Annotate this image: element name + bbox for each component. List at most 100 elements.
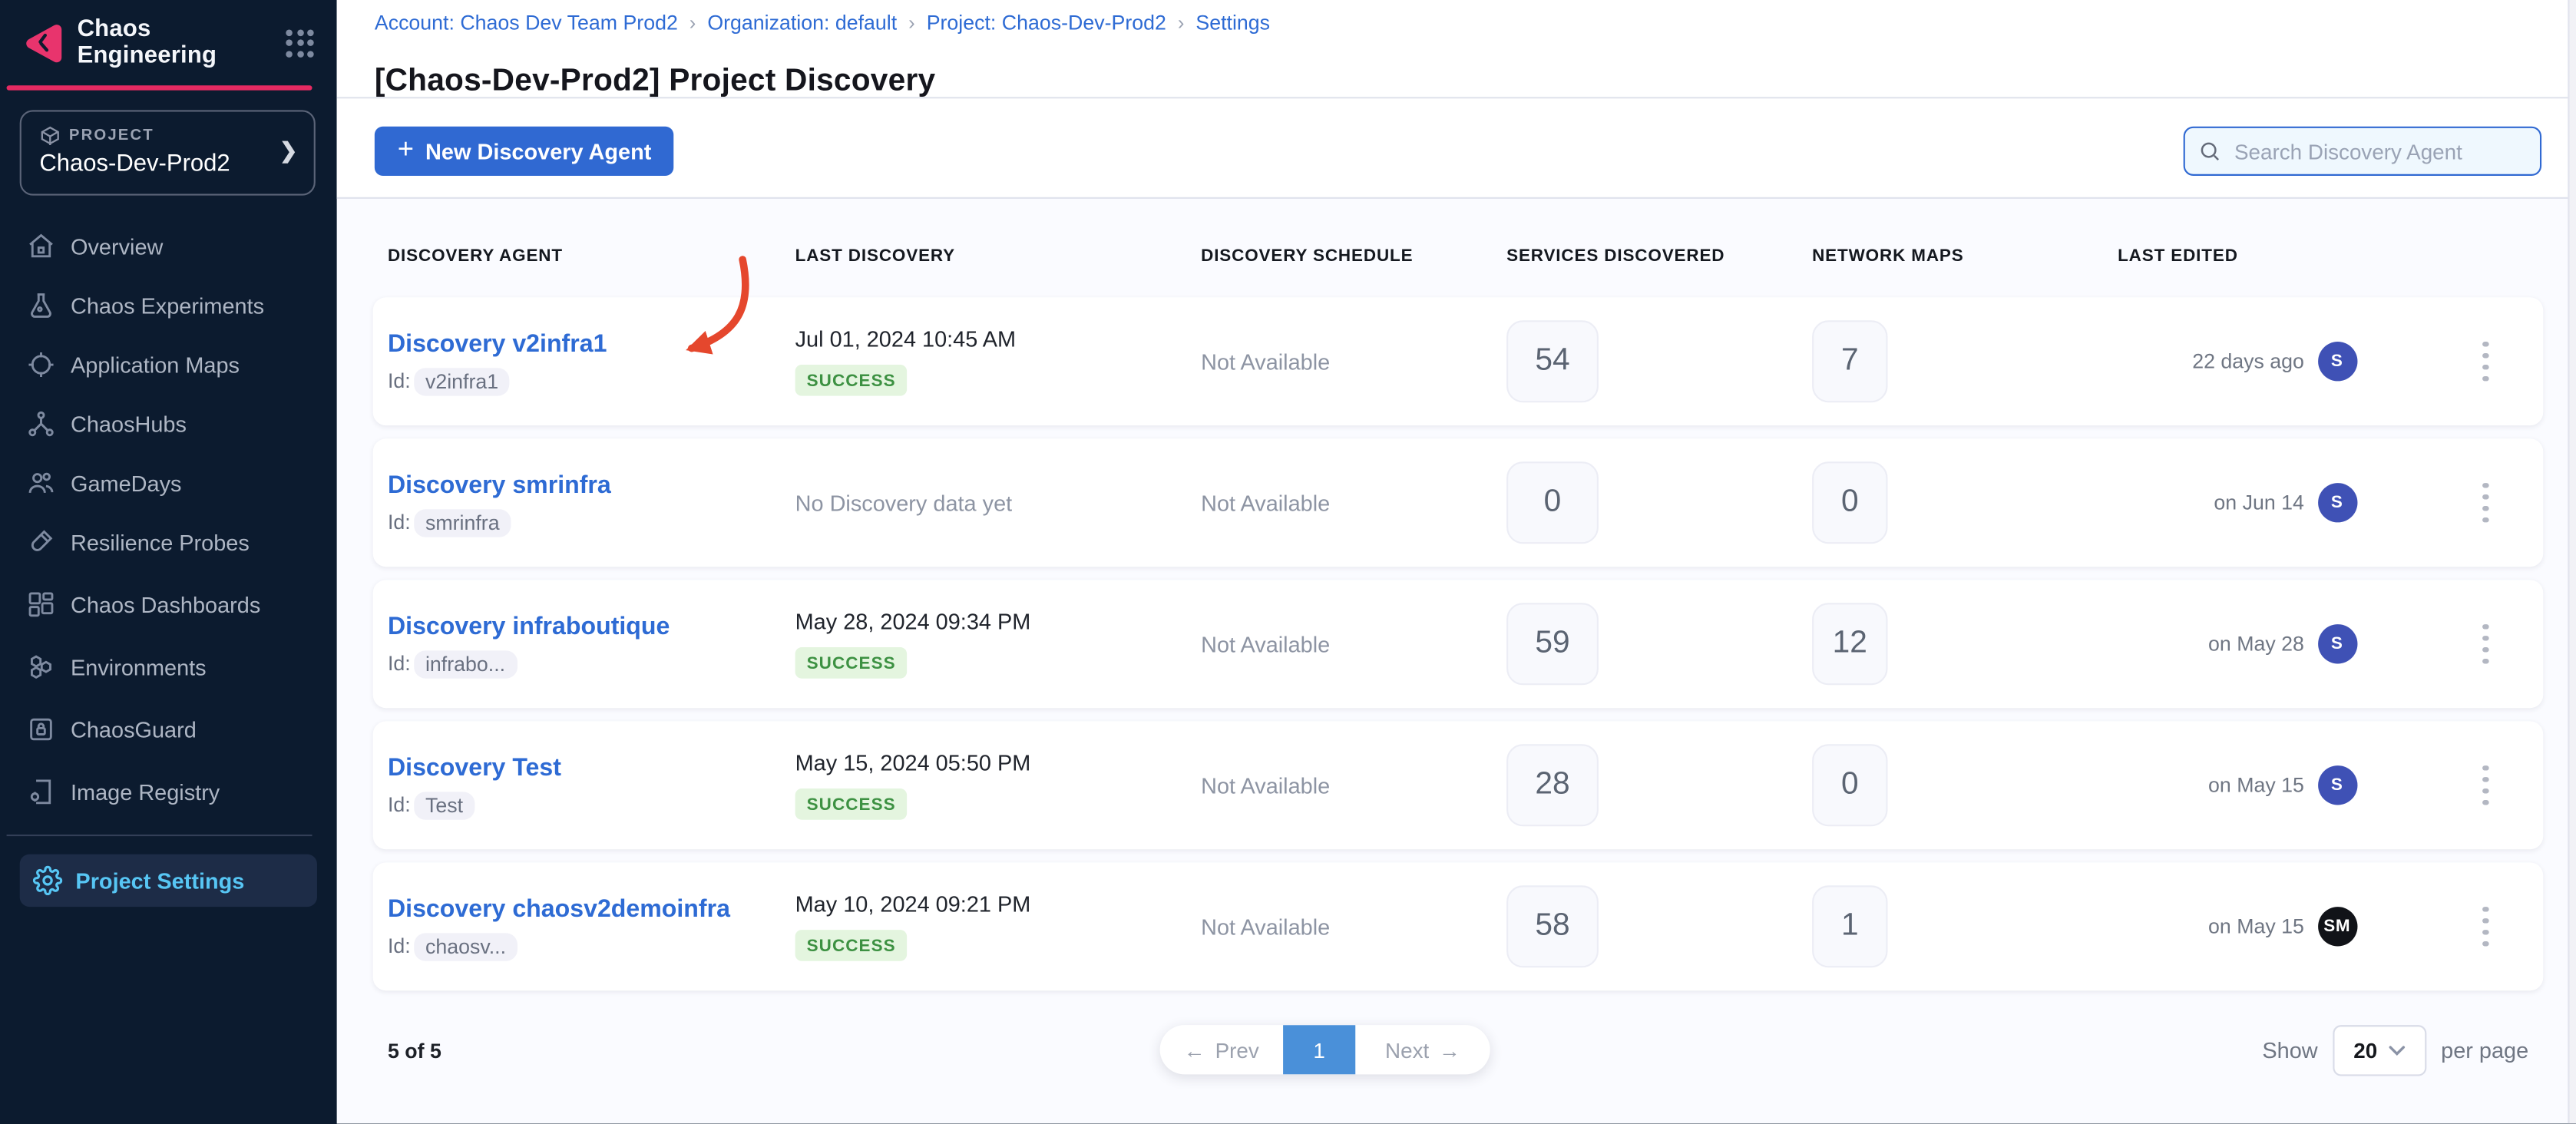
column-header: NETWORK MAPS: [1812, 246, 2118, 266]
sidebar-item-overview[interactable]: Overview: [0, 217, 337, 276]
row-menu-button[interactable]: [2476, 335, 2495, 388]
page-header: Account: Chaos Dev Team Prod2 › Organizati…: [337, 0, 2576, 98]
sidebar-item-application-maps[interactable]: Application Maps: [0, 335, 337, 394]
gear-icon: [33, 866, 63, 896]
sidebar-item-label: Chaos Experiments: [71, 293, 264, 318]
last-discovery-time: May 15, 2024 05:50 PM: [795, 751, 1031, 775]
column-header: SERVICES DISCOVERED: [1506, 246, 1812, 266]
avatar[interactable]: SM: [2317, 907, 2356, 946]
avatar[interactable]: S: [2317, 624, 2356, 663]
sidebar: Chaos Engineering PROJECT Chaos-Dev-Prod…: [0, 0, 337, 1124]
hub-icon: [26, 409, 56, 439]
row-menu-button[interactable]: [2476, 900, 2495, 954]
table-header: DISCOVERY AGENT LAST DISCOVERY DISCOVERY…: [373, 246, 2544, 266]
search-icon: [2198, 140, 2221, 163]
discovery-agent-link[interactable]: Discovery smrinfra: [388, 471, 611, 499]
breadcrumb-link[interactable]: Organization: default: [707, 12, 897, 35]
services-discovered-count: 59: [1506, 603, 1599, 685]
agent-id: Id:v2infra1: [388, 369, 795, 392]
agent-id: Id:infrabo...: [388, 652, 795, 675]
discovery-agent-link[interactable]: Discovery infraboutique: [388, 613, 670, 640]
per-page-label: per page: [2441, 1037, 2528, 1062]
registry-icon: [26, 777, 56, 807]
avatar[interactable]: S: [2317, 765, 2356, 805]
sidebar-item-chaos-dashboards[interactable]: Chaos Dashboards: [0, 575, 337, 634]
sidebar-item-label: Project Settings: [75, 868, 244, 893]
status-badge: SUCCESS: [795, 647, 908, 679]
row-menu-button[interactable]: [2476, 617, 2495, 671]
discovery-schedule: Not Available: [1201, 491, 1506, 515]
avatar[interactable]: S: [2317, 342, 2356, 381]
last-edited-time: on May 15: [2189, 774, 2304, 797]
main-area: Account: Chaos Dev Team Prod2 › Organizati…: [337, 0, 2576, 1124]
sidebar-item-label: GameDays: [71, 471, 181, 495]
app-grid-icon[interactable]: [286, 28, 313, 56]
sidebar-item-label: ChaosGuard: [71, 717, 197, 742]
sidebar-item-label: Image Registry: [71, 779, 220, 804]
table-row: Discovery smrinfra Id:smrinfra No Discov…: [373, 438, 2544, 567]
brand-divider: [7, 85, 312, 90]
column-header: LAST DISCOVERY: [795, 246, 1202, 266]
sidebar-item-gamedays[interactable]: GameDays: [0, 454, 337, 513]
breadcrumb-link[interactable]: Account: Chaos Dev Team Prod2: [375, 12, 678, 35]
column-header: LAST EDITED: [2118, 246, 2428, 266]
network-maps-count: 7: [1812, 320, 1887, 402]
prev-page-button[interactable]: ← Prev: [1160, 1025, 1283, 1074]
breadcrumb-link[interactable]: Settings: [1195, 12, 1270, 35]
flask-icon: [26, 291, 56, 321]
sidebar-divider: [7, 835, 312, 836]
plus-icon: +: [398, 133, 414, 166]
discovery-agent-link[interactable]: Discovery Test: [388, 754, 561, 782]
row-menu-button[interactable]: [2476, 759, 2495, 812]
chevron-right-icon: ›: [908, 12, 915, 35]
breadcrumb: Account: Chaos Dev Team Prod2 › Organizati…: [375, 12, 1270, 35]
sidebar-item-chaosguard[interactable]: ChaosGuard: [0, 700, 337, 759]
scrollbar[interactable]: [2568, 0, 2576, 1124]
services-discovered-count: 0: [1506, 461, 1599, 544]
services-discovered-count: 54: [1506, 320, 1599, 402]
column-header: DISCOVERY SCHEDULE: [1201, 246, 1506, 266]
page-number-button[interactable]: 1: [1283, 1025, 1355, 1074]
last-edited-time: on Jun 14: [2189, 491, 2304, 514]
row-menu-button[interactable]: [2476, 476, 2495, 530]
toolbar: + New Discovery Agent: [337, 98, 2576, 199]
dashboard-icon: [26, 590, 56, 620]
crosshair-icon: [26, 350, 56, 380]
avatar[interactable]: S: [2317, 483, 2356, 522]
last-edited-time: on May 15: [2189, 915, 2304, 938]
discovery-agent-link[interactable]: Discovery v2infra1: [388, 330, 607, 358]
sidebar-item-environments[interactable]: Environments: [0, 637, 337, 696]
chevron-right-icon: ›: [1178, 12, 1185, 35]
sidebar-item-chaoshubs[interactable]: ChaosHubs: [0, 395, 337, 454]
network-maps-count: 0: [1812, 461, 1887, 544]
search-box: [2184, 127, 2541, 176]
sidebar-item-project-settings[interactable]: Project Settings: [20, 855, 317, 907]
next-page-button[interactable]: Next →: [1355, 1025, 1490, 1074]
status-badge: SUCCESS: [795, 930, 908, 961]
last-discovery-time: Jul 01, 2024 10:45 AM: [795, 327, 1016, 352]
app-window: Chaos Engineering PROJECT Chaos-Dev-Prod…: [0, 0, 2576, 1124]
row-count: 5 of 5: [388, 1040, 441, 1063]
new-discovery-agent-button[interactable]: + New Discovery Agent: [375, 127, 674, 176]
discovery-agent-link[interactable]: Discovery chaosv2demoinfra: [388, 895, 730, 923]
cube-icon: [39, 125, 61, 147]
app-title: Chaos Engineering: [78, 16, 286, 68]
sidebar-item-resilience-probes[interactable]: Resilience Probes: [0, 513, 337, 572]
agent-id: Id:smrinfra: [388, 511, 795, 534]
home-icon: [26, 232, 56, 262]
network-maps-count: 0: [1812, 744, 1887, 826]
sidebar-item-label: Application Maps: [71, 352, 240, 377]
network-maps-count: 12: [1812, 603, 1887, 685]
sidebar-item-image-registry[interactable]: Image Registry: [0, 762, 337, 822]
discovery-schedule: Not Available: [1201, 349, 1506, 374]
probe-icon: [26, 527, 56, 557]
discovery-schedule: Not Available: [1201, 914, 1506, 939]
breadcrumb-link[interactable]: Project: Chaos-Dev-Prod2: [927, 12, 1166, 35]
page-size-select[interactable]: 20: [2333, 1024, 2426, 1075]
sidebar-item-label: Overview: [71, 234, 163, 259]
search-input[interactable]: [2231, 137, 2517, 165]
project-selector[interactable]: PROJECT Chaos-Dev-Prod2 ❯: [20, 110, 316, 195]
status-badge: SUCCESS: [795, 365, 908, 396]
sidebar-item-chaos-experiments[interactable]: Chaos Experiments: [0, 276, 337, 335]
users-icon: [26, 468, 56, 498]
